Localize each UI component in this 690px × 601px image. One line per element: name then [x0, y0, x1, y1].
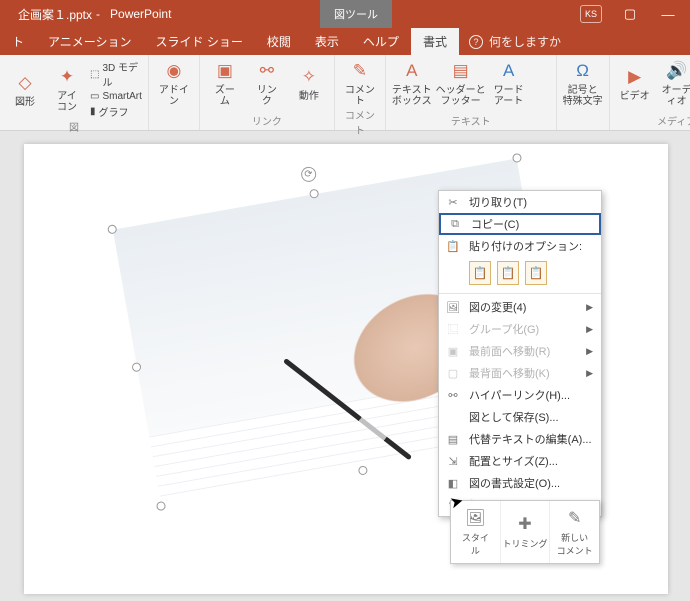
wordart-button[interactable]: Aワード アート — [490, 59, 528, 107]
paste-opt-2[interactable]: 📋 — [497, 261, 519, 285]
ctx-size-position[interactable]: ⇲配置とサイズ(Z)... — [439, 450, 601, 472]
ctx-save-as-picture[interactable]: 図として保存(S)... — [439, 406, 601, 428]
shapes-button[interactable]: ◇図形 — [6, 59, 44, 119]
paste-options: 📋 📋 📋 — [439, 257, 601, 291]
front-icon: ▣ — [445, 345, 461, 358]
clipboard-icon: 📋 — [445, 240, 461, 253]
ctx-copy[interactable]: ⧉コピー(C) — [439, 213, 601, 235]
system-buttons: KS ▢ — — [580, 5, 690, 23]
smartart-button[interactable]: ▭SmartArt — [90, 91, 142, 102]
title-bar: 企画案１.pptx - PowerPoint 図ツール KS ▢ — — [0, 0, 690, 28]
hyperlink-icon: ⚯ — [445, 389, 461, 402]
link-button[interactable]: ⚯リン ク — [248, 59, 286, 107]
restore-icon[interactable]: ▢ — [620, 6, 640, 22]
3dmodel-button[interactable]: ⬚3D モデル — [90, 59, 142, 89]
context-menu: ✂切り取り(T) ⧉コピー(C) 📋貼り付けのオプション: 📋 📋 📋 🖼図の変… — [438, 190, 602, 517]
size-icon: ⇲ — [445, 455, 461, 468]
wordart-icon: A — [497, 59, 521, 83]
comment-icon: ✎ — [348, 59, 372, 83]
shapes-icon: ◇ — [13, 71, 37, 95]
ctx-group: ⿺グループ化(G)▶ — [439, 318, 601, 340]
addin-icon: ◉ — [162, 59, 186, 83]
ctx-cut[interactable]: ✂切り取り(T) — [439, 191, 601, 213]
ctx-alt-text[interactable]: ▤代替テキストの編集(A)... — [439, 428, 601, 450]
bulb-icon: ? — [469, 35, 483, 49]
style-icon: 🖼 — [465, 508, 485, 528]
mini-comment[interactable]: ✎新しい コメント — [550, 501, 599, 563]
mini-trim[interactable]: ✚トリミング — [501, 501, 551, 563]
hf-icon: ▤ — [449, 59, 473, 83]
file-name: 企画案１.pptx — [18, 6, 92, 23]
smartart-icon: ▭ — [90, 91, 99, 102]
alttext-icon: ▤ — [445, 433, 461, 446]
symbol-button[interactable]: Ω記号と 特殊文字 — [563, 59, 603, 107]
tab-review[interactable]: 校閲 — [255, 28, 303, 55]
chart-button[interactable]: ▮グラフ — [90, 104, 142, 119]
user-badge[interactable]: KS — [580, 5, 602, 23]
textbox-button[interactable]: Aテキスト ボックス — [392, 59, 432, 107]
resize-handle-b[interactable] — [358, 465, 368, 475]
back-icon: ▢ — [445, 367, 461, 380]
resize-handle-bl[interactable] — [156, 501, 166, 511]
symbol-icon: Ω — [571, 59, 595, 83]
resize-handle-tr[interactable] — [512, 153, 522, 163]
tell-me[interactable]: ? 何をしますか — [469, 33, 561, 50]
ctx-format-picture[interactable]: ◧図の書式設定(O)... — [439, 472, 601, 494]
ctx-change-picture[interactable]: 🖼図の変更(4)▶ — [439, 296, 601, 318]
audio-icon: 🔊 — [665, 59, 689, 83]
tab-format[interactable]: 書式 — [411, 28, 459, 55]
audio-button[interactable]: 🔊オーディオ — [658, 59, 690, 107]
app-name: PowerPoint — [110, 7, 171, 21]
rotate-handle[interactable]: ⟳ — [300, 166, 317, 183]
zoom-icon: ▣ — [213, 59, 237, 83]
crop-icon: ✚ — [518, 514, 531, 534]
copy-icon: ⧉ — [447, 218, 463, 231]
newcomment-mini-icon: ✎ — [568, 508, 581, 528]
ctx-hyperlink[interactable]: ⚯ハイパーリンク(H)... — [439, 384, 601, 406]
picture-icon: 🖼 — [445, 301, 461, 314]
tab-slideshow[interactable]: スライド ショー — [144, 28, 255, 55]
paste-opt-3[interactable]: 📋 — [525, 261, 547, 285]
format-icon: ◧ — [445, 477, 461, 490]
ctx-paste-header: 📋貼り付けのオプション: — [439, 235, 601, 257]
tab-view[interactable]: 表示 — [303, 28, 351, 55]
tab-animation[interactable]: アニメーション — [36, 28, 144, 55]
headerfooter-button[interactable]: ▤ヘッダーと フッター — [436, 59, 486, 107]
ribbon: ◇図形 ✦アイ コン ⬚3D モデル ▭SmartArt ▮グラフ 図 ◉アドイ… — [0, 55, 690, 131]
paste-opt-1[interactable]: 📋 — [469, 261, 491, 285]
video-button[interactable]: ▶ビデオ — [616, 59, 654, 107]
icons-icon: ✦ — [55, 65, 79, 89]
chart-icon: ▮ — [90, 106, 96, 117]
link-icon: ⚯ — [255, 59, 279, 83]
zoom-button[interactable]: ▣ズー ム — [206, 59, 244, 107]
comment-button[interactable]: ✎コメン ト — [341, 59, 379, 107]
tab-help[interactable]: ヘルプ — [351, 28, 411, 55]
addin-button[interactable]: ◉アドイ ン — [155, 59, 193, 107]
icons-button[interactable]: ✦アイ コン — [48, 59, 86, 119]
ctx-send-back: ▢最背面へ移動(K)▶ — [439, 362, 601, 384]
textbox-icon: A — [400, 59, 424, 83]
tab-home-partial[interactable]: ト — [0, 28, 36, 55]
group-icon: ⿺ — [445, 321, 461, 337]
action-icon: ✧ — [297, 65, 321, 89]
scissors-icon: ✂ — [445, 196, 461, 209]
minimize-icon[interactable]: — — [658, 7, 678, 22]
video-icon: ▶ — [623, 65, 647, 89]
action-button[interactable]: ✧動作 — [290, 59, 328, 107]
ctx-bring-front: ▣最前面へ移動(R)▶ — [439, 340, 601, 362]
mini-toolbar: 🖼スタイ ル ✚トリミング ✎新しい コメント — [450, 500, 600, 564]
contextual-tab-label: 図ツール — [320, 0, 392, 28]
menu-bar: ト アニメーション スライド ショー 校閲 表示 ヘルプ 書式 ? 何をしますか — [0, 28, 690, 55]
cube-icon: ⬚ — [90, 69, 99, 80]
